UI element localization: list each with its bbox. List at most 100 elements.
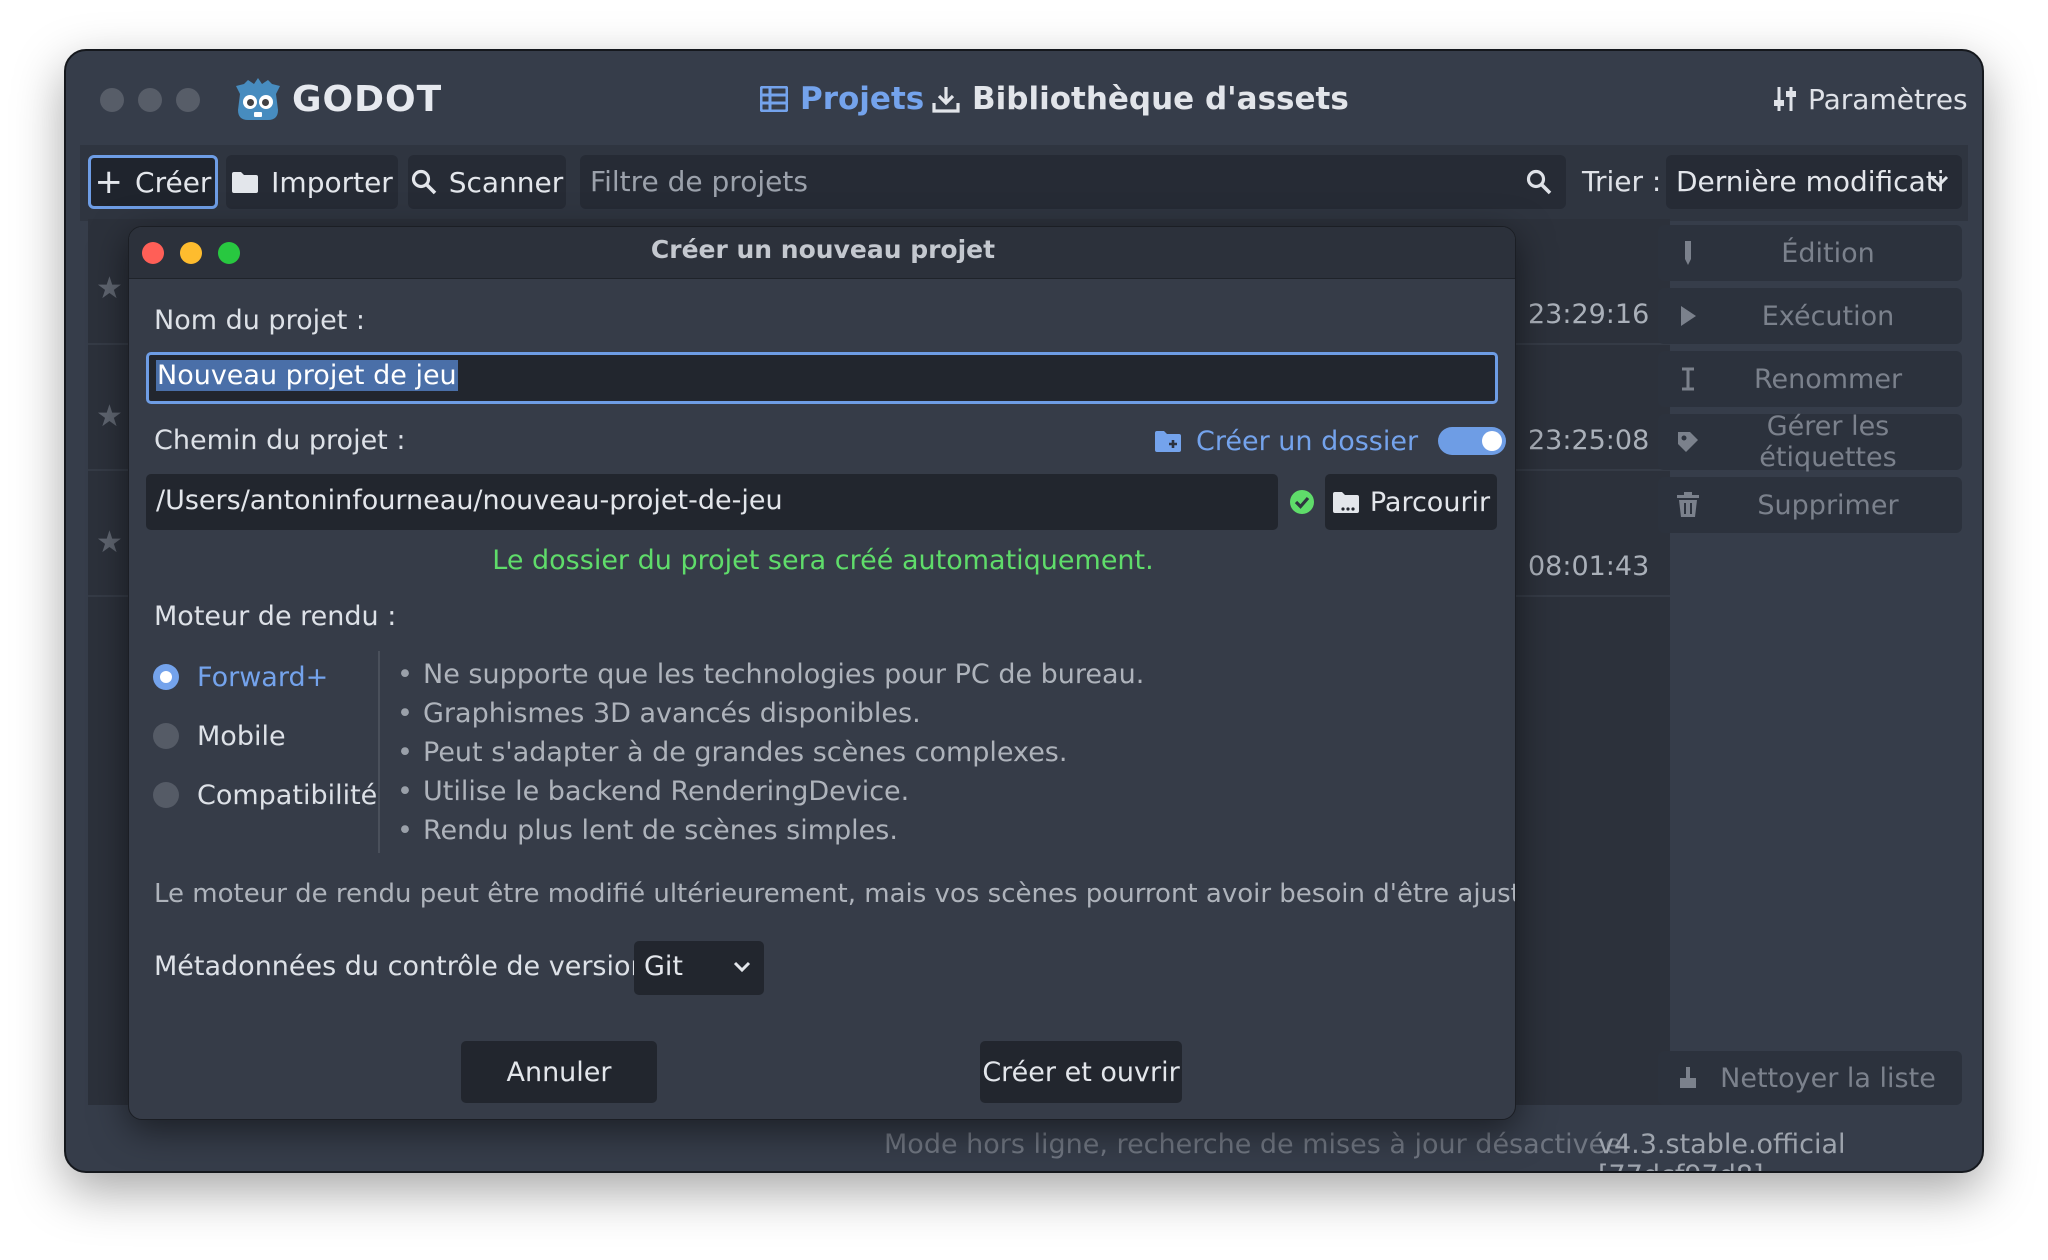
favorite-star-icon[interactable]: ★ (96, 525, 123, 560)
tab-asset-library[interactable]: Bibliothèque d'assets (932, 75, 1349, 123)
project-name-input[interactable]: Nouveau projet de jeu (146, 352, 1498, 404)
browse-button[interactable]: Parcourir (1325, 474, 1497, 530)
clean-list-label: Nettoyer la liste (1720, 1062, 1936, 1094)
version-label: v4.3.stable.official [77dcf97d8] (1598, 1129, 1846, 1171)
create-button-label: Créer (135, 165, 212, 199)
manage-tags-button[interactable]: Gérer les étiquettes (1658, 411, 1962, 473)
path-status-message: Le dossier du projet sera créé automatiq… (492, 545, 1154, 576)
renderer-feature-item: • Utilise le backend RenderingDevice. (397, 776, 910, 807)
tag-icon (1658, 430, 1718, 454)
radio-unselected-icon (153, 723, 179, 749)
sort-value: Dernière modificati (1676, 165, 1945, 198)
vcs-dropdown[interactable]: Git (634, 941, 764, 995)
project-path-value: /Users/antoninfourneau/nouveau-projet-de… (156, 485, 783, 516)
play-icon (1658, 305, 1718, 327)
cancel-button-label: Annuler (506, 1056, 612, 1088)
edit-button[interactable]: Édition (1658, 225, 1962, 281)
tab-projets-label: Projets (800, 81, 925, 117)
vcs-value: Git (644, 951, 684, 982)
project-name-value: Nouveau projet de jeu (156, 360, 458, 391)
cancel-button[interactable]: Annuler (461, 1041, 657, 1103)
renderer-divider (378, 651, 380, 853)
broom-icon (1658, 1066, 1718, 1090)
pencil-icon (1658, 240, 1718, 266)
project-modified-time: 08:01:43 (1528, 551, 1650, 582)
plus-icon: + (94, 162, 124, 202)
renderer-option-label: Compatibilité (197, 779, 378, 811)
chevron-down-icon (733, 961, 751, 973)
radio-selected-icon (153, 664, 179, 690)
settings-sliders-icon (1774, 87, 1796, 111)
renderer-feature-item: • Ne supporte que les technologies pour P… (397, 659, 1145, 690)
rename-button-label: Renommer (1753, 363, 1903, 395)
renderer-feature-item: • Peut s'adapter à de grandes scènes comp… (397, 737, 1068, 768)
favorite-star-icon[interactable]: ★ (96, 271, 123, 306)
window-zoom-button[interactable] (176, 88, 200, 112)
folder-add-icon (1155, 431, 1181, 452)
vcs-label: Métadonnées du contrôle de version : (154, 951, 666, 982)
settings-button[interactable]: Paramètres (1772, 75, 1968, 123)
create-and-open-button[interactable]: Créer et ouvrir (980, 1041, 1182, 1103)
project-list-icon (760, 86, 788, 112)
create-folder-toggle[interactable] (1438, 427, 1507, 455)
renderer-option-label: Mobile (197, 720, 286, 752)
edit-button-label: Édition (1781, 237, 1875, 269)
renderer-option-mobile[interactable]: Mobile (153, 716, 286, 756)
project-path-label: Chemin du projet : (154, 425, 406, 456)
manage-tags-label: Gérer les étiquettes (1759, 411, 1897, 473)
logo-text: GODOT (292, 78, 443, 120)
path-valid-check-icon (1290, 490, 1314, 514)
browse-button-label: Parcourir (1369, 486, 1491, 518)
settings-label: Paramètres (1808, 82, 1968, 116)
renderer-features-list: • Ne supporte que les technologies pour P… (397, 655, 1397, 850)
filter-search-icon (1526, 169, 1552, 195)
offline-status-text: Mode hors ligne, recherche de mises à jo… (884, 1129, 1631, 1160)
renderer-feature-item: • Graphismes 3D avancés disponibles. (397, 698, 921, 729)
renderer-option-forward-plus[interactable]: Forward+ (153, 657, 328, 697)
run-button-label: Exécution (1761, 300, 1895, 332)
search-icon (411, 169, 436, 195)
sort-dropdown[interactable]: Dernière modificati (1666, 155, 1962, 209)
delete-button-label: Supprimer (1757, 489, 1899, 521)
renderer-option-label: Forward+ (197, 661, 329, 693)
import-button[interactable]: Importer (226, 155, 398, 209)
clean-list-button[interactable]: Nettoyer la liste (1658, 1051, 1962, 1105)
create-folder-control[interactable]: Créer un dossier (1154, 421, 1507, 461)
renderer-label: Moteur de rendu : (154, 601, 397, 632)
delete-button[interactable]: Supprimer (1658, 477, 1962, 533)
rename-button[interactable]: Renommer (1658, 351, 1962, 407)
scan-button[interactable]: Scanner (408, 155, 566, 209)
project-path-input[interactable]: /Users/antoninfourneau/nouveau-projet-de… (146, 474, 1278, 530)
scan-button-label: Scanner (448, 165, 564, 199)
create-button[interactable]: + Créer (88, 155, 218, 209)
create-and-open-label: Créer et ouvrir (982, 1056, 1180, 1088)
renderer-note: Le moteur de rendu peut être modifié ult… (154, 879, 1516, 909)
window-minimize-button[interactable] (138, 88, 162, 112)
folder-icon (232, 172, 259, 193)
project-filter-field[interactable]: Filtre de projets (580, 155, 1566, 209)
trash-icon (1658, 492, 1718, 518)
project-name-label: Nom du projet : (154, 305, 365, 336)
text-cursor-icon (1658, 367, 1718, 391)
folder-browse-icon (1332, 492, 1359, 513)
window-close-button[interactable] (100, 88, 124, 112)
sort-label: Trier : (1582, 165, 1662, 198)
run-button[interactable]: Exécution (1658, 288, 1962, 344)
favorite-star-icon[interactable]: ★ (96, 399, 123, 434)
project-filter-placeholder: Filtre de projets (590, 165, 808, 198)
dialog-title: Créer un nouveau projet (650, 235, 996, 264)
create-project-dialog: Créer un nouveau projet Nom du projet : … (128, 226, 1516, 1120)
tab-asset-library-label: Bibliothèque d'assets (972, 81, 1349, 117)
project-modified-time: 23:29:16 (1528, 299, 1650, 330)
godot-logo: GODOT (234, 73, 442, 125)
godot-robot-icon (236, 78, 280, 120)
create-folder-label: Créer un dossier (1196, 425, 1419, 457)
project-modified-time: 23:25:08 (1528, 425, 1650, 456)
tab-projets[interactable]: Projets (760, 75, 924, 123)
radio-unselected-icon (153, 782, 179, 808)
import-button-label: Importer (271, 165, 393, 199)
toggle-knob (1482, 431, 1503, 451)
renderer-feature-item: • Rendu plus lent de scènes simples. (397, 815, 898, 846)
renderer-option-compatibility[interactable]: Compatibilité (153, 775, 377, 815)
download-icon (932, 87, 960, 113)
